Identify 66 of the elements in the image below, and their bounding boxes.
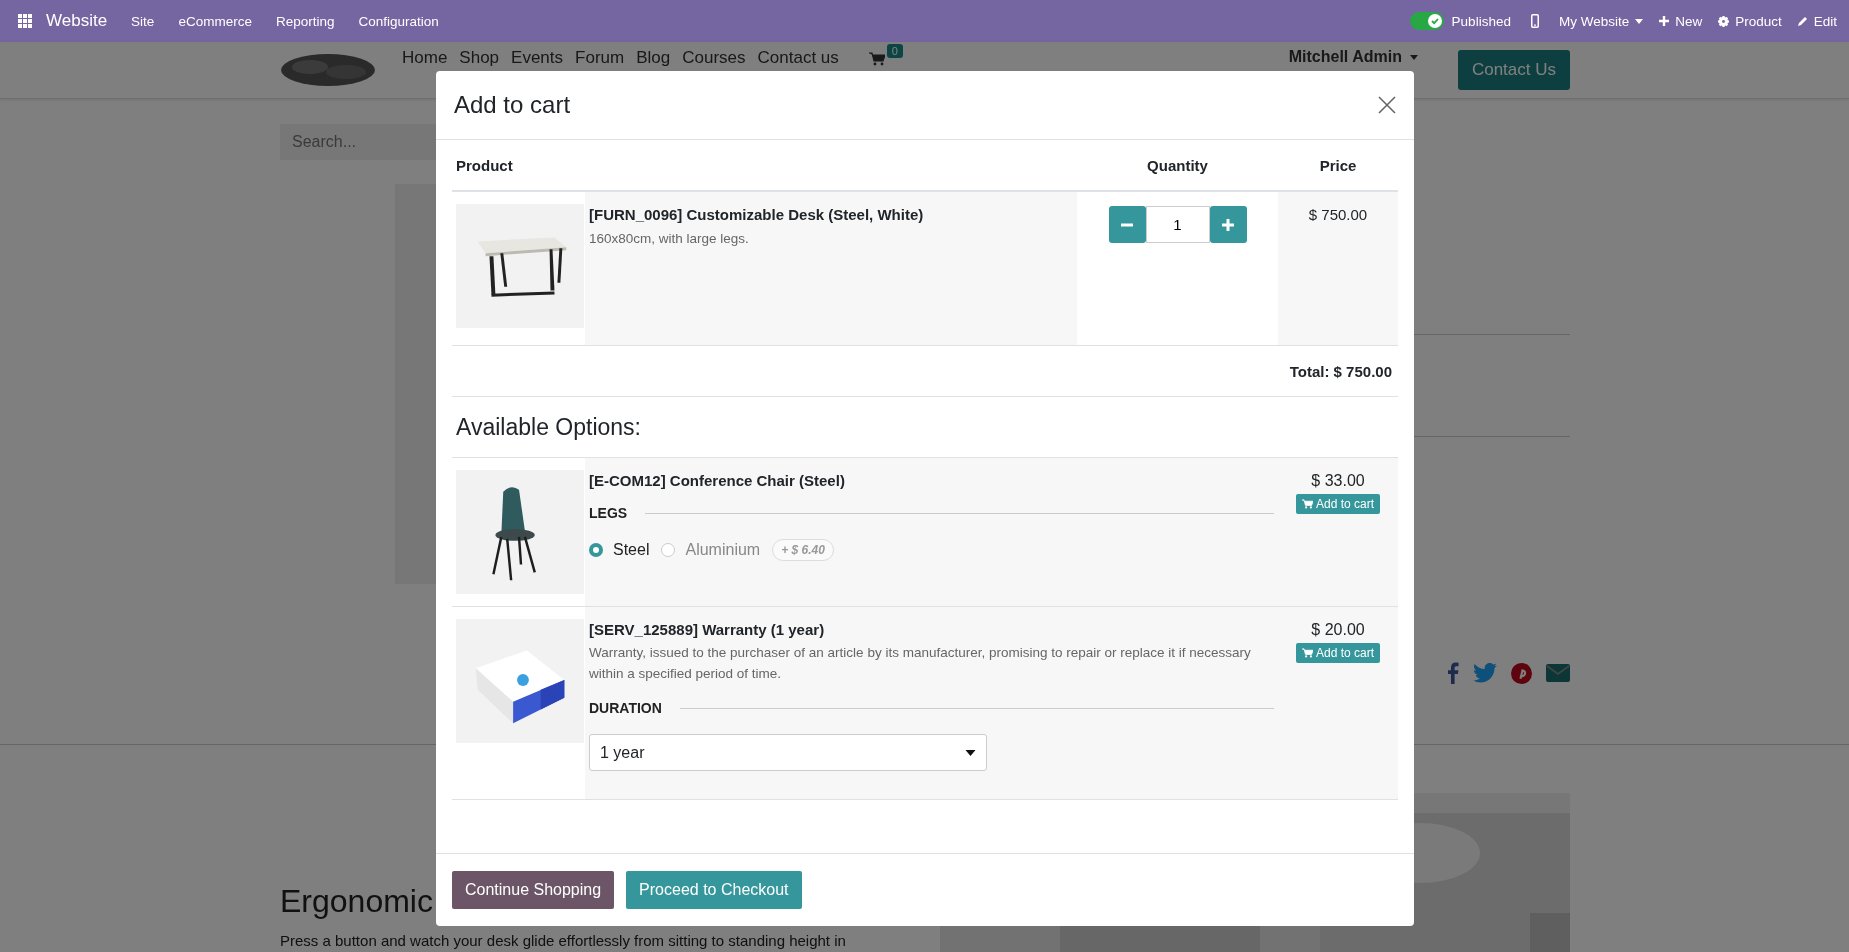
order-total: Total: $ 750.00	[1289, 362, 1392, 380]
product-price: $ 750.00	[1308, 206, 1368, 223]
nav-link[interactable]: Events	[511, 48, 564, 68]
radio-option[interactable]: Aluminium	[661, 541, 761, 559]
option-name: [SERV_125889] Warranty (1 year)	[589, 621, 826, 638]
attribute-label: LEGS	[589, 505, 628, 521]
twitter-icon[interactable]	[1473, 663, 1497, 683]
attribute-label: DURATION	[589, 700, 662, 716]
plus-icon	[1222, 218, 1234, 231]
dialog-title: Add to cart	[454, 91, 571, 119]
cart-icon	[868, 52, 885, 66]
radio-option[interactable]: Steel	[589, 541, 650, 559]
product-name: [FURN_0096] Customizable Desk (Steel, White)	[589, 206, 925, 223]
user-menu[interactable]: Mitchell Admin	[1288, 48, 1418, 66]
add-to-cart-button[interactable]: Add to cart	[1296, 494, 1380, 514]
option-description: Warranty, issued to the purchaser of an article by its manufacturer, promising to repair or replace it if necessary within a specified period of time.	[589, 644, 1252, 683]
section-heading: Ergonomic	[280, 883, 433, 920]
option-name: [E-COM12] Conference Chair (Steel)	[589, 472, 846, 489]
close-icon[interactable]	[1378, 96, 1396, 114]
product-description: 160x80cm, with large legs.	[589, 230, 750, 248]
published-toggle[interactable]: Published	[1409, 12, 1511, 30]
continue-shopping-button[interactable]: Continue Shopping	[452, 871, 615, 909]
mobile-phone-icon[interactable]	[1530, 14, 1539, 28]
price-extra-badge: + $ 6.40	[772, 539, 834, 561]
column-header: Price	[1318, 156, 1358, 174]
cart-icon	[1302, 648, 1313, 658]
pencil-icon	[1797, 16, 1808, 26]
facebook-icon[interactable]	[1448, 662, 1459, 684]
menu-item[interactable]: Site	[131, 13, 155, 29]
quantity-field[interactable]: 1	[1145, 206, 1210, 243]
website-dropdown[interactable]: My Website	[1558, 13, 1644, 29]
app-title[interactable]: Website	[46, 11, 108, 31]
nav-link[interactable]: Forum	[575, 48, 625, 68]
menu-item[interactable]: eCommerce	[178, 13, 252, 29]
nav-link[interactable]: Blog	[636, 48, 671, 68]
cart-count: 0	[886, 44, 903, 58]
cart-icon	[1302, 499, 1313, 509]
column-header: Quantity	[1146, 156, 1209, 174]
option-price: $ 33.00	[1311, 472, 1365, 490]
section-text: Press a button and watch your desk glide effortlessly from sitting to standing height in	[280, 932, 847, 949]
menu-item[interactable]: Reporting	[275, 13, 335, 29]
add-to-cart-button[interactable]: Add to cart	[1296, 643, 1380, 663]
apps-grid-icon[interactable]	[18, 14, 32, 28]
checkout-button[interactable]: Proceed to Checkout	[626, 871, 802, 909]
options-heading: Available Options:	[456, 413, 641, 441]
edit-button[interactable]: Edit	[1797, 13, 1837, 29]
increase-quantity-button[interactable]	[1209, 206, 1247, 243]
nav-link[interactable]: Shop	[459, 48, 500, 68]
nav-link[interactable]: Courses	[682, 48, 746, 68]
decrease-quantity-button[interactable]	[1108, 206, 1146, 243]
cart-link[interactable]	[868, 52, 885, 66]
contact-us-button[interactable]: Contact Us	[1457, 50, 1570, 90]
menu-item[interactable]: Configuration	[358, 13, 439, 29]
caret-icon	[1409, 54, 1418, 60]
check-icon	[1429, 16, 1440, 26]
plus-icon	[1659, 16, 1670, 26]
nav-link[interactable]: Home	[402, 48, 448, 68]
caret-icon	[1635, 18, 1644, 24]
product-button[interactable]: Product	[1718, 13, 1782, 29]
new-button[interactable]: New	[1659, 13, 1703, 29]
nav-link[interactable]: Contact us	[757, 48, 839, 68]
pinterest-icon[interactable]	[1511, 662, 1532, 684]
option-price: $ 20.00	[1311, 621, 1365, 639]
duration-select[interactable]: 1 year	[589, 734, 987, 771]
caret-icon	[965, 749, 976, 756]
gear-icon	[1718, 15, 1730, 27]
